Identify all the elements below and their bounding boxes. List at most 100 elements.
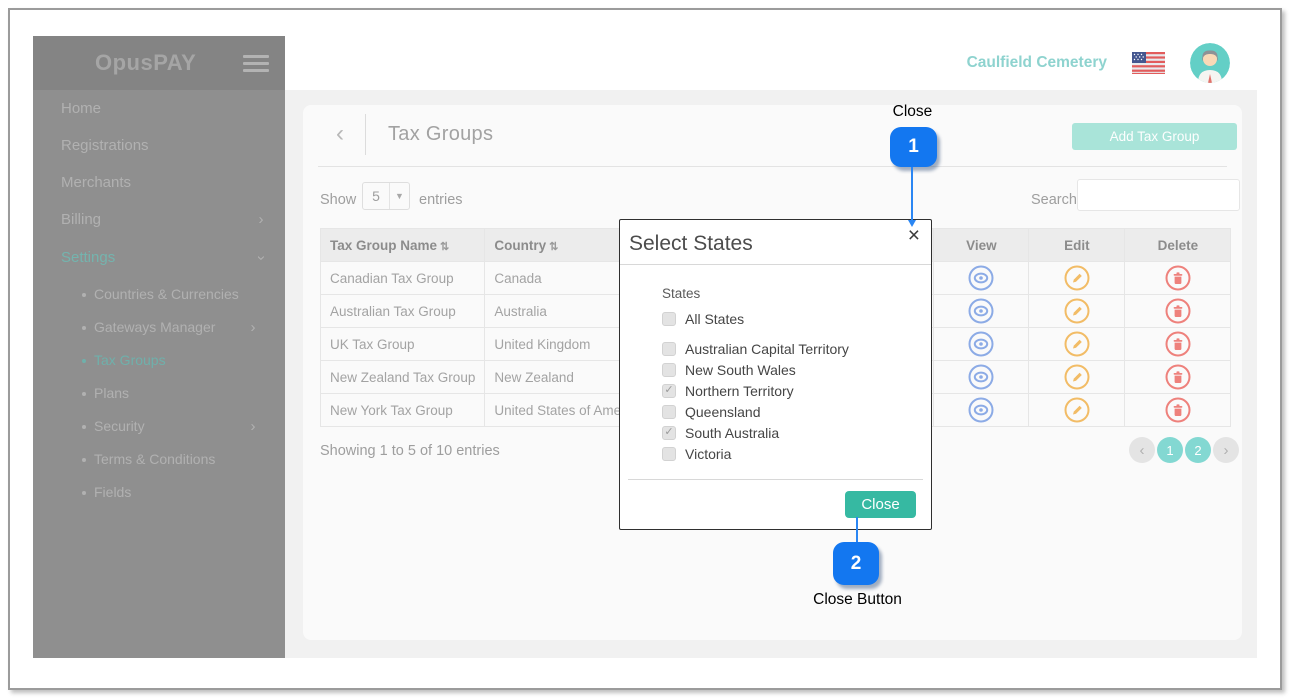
column-label: Country xyxy=(494,238,546,253)
sidebar-item-plans[interactable]: Plans xyxy=(33,377,285,410)
page-size-value: 5 xyxy=(363,183,389,209)
delete-icon[interactable] xyxy=(1165,331,1191,357)
state-option-sa[interactable]: South Australia xyxy=(662,422,919,443)
user-avatar[interactable] xyxy=(1190,43,1230,83)
edit-icon[interactable] xyxy=(1064,397,1090,423)
show-label: Show xyxy=(320,192,356,208)
annotation-step-2-badge: 2 xyxy=(833,542,879,585)
modal-divider xyxy=(628,479,923,480)
checkbox-icon[interactable] xyxy=(662,426,676,440)
caret-down-icon xyxy=(389,183,409,209)
sidebar-item-label: Gateways Manager xyxy=(94,319,215,335)
column-header-delete: Delete xyxy=(1125,229,1231,262)
page-1-button[interactable]: 1 xyxy=(1157,437,1183,463)
close-icon[interactable]: × xyxy=(908,225,920,246)
sidebar-item-merchants[interactable]: Merchants xyxy=(33,164,285,201)
annotation-connector-line xyxy=(856,517,858,542)
chevron-right-icon: › xyxy=(247,421,259,433)
sidebar-item-label: Settings xyxy=(61,249,115,266)
state-option-vic[interactable]: Victoria xyxy=(662,443,919,464)
state-option-qld[interactable]: Queensland xyxy=(662,401,919,422)
delete-icon[interactable] xyxy=(1165,265,1191,291)
bullet-icon xyxy=(82,425,86,429)
modal-close-button[interactable]: Close xyxy=(845,491,916,518)
brand-logo: OpusPAY xyxy=(95,50,196,76)
state-option-label: Australian Capital Territory xyxy=(685,341,849,357)
hamburger-menu-icon[interactable] xyxy=(243,55,269,72)
cell-tax-group-name: UK Tax Group xyxy=(321,328,485,361)
sort-icon xyxy=(440,241,449,253)
sidebar-nav: Home Registrations Merchants Billing › S… xyxy=(33,90,285,509)
checkbox-icon[interactable] xyxy=(662,363,676,377)
topbar: Caulfield Cemetery xyxy=(285,36,1257,90)
column-header-tax-group-name[interactable]: Tax Group Name xyxy=(321,229,485,262)
state-option-act[interactable]: Australian Capital Territory xyxy=(662,338,919,359)
annotation-arrowhead-icon xyxy=(908,220,916,227)
annotation-step-1-badge: 1 xyxy=(890,127,937,167)
view-icon[interactable] xyxy=(968,397,994,423)
checkbox-icon[interactable] xyxy=(662,447,676,461)
edit-icon[interactable] xyxy=(1064,331,1090,357)
state-option-label: New South Wales xyxy=(685,362,796,378)
sidebar-header: OpusPAY xyxy=(33,36,285,90)
chevron-down-icon: › xyxy=(255,252,267,264)
state-option-label: All States xyxy=(685,311,744,327)
search-input[interactable] xyxy=(1077,179,1240,211)
states-group-label: States xyxy=(662,286,919,301)
chevron-right-icon: › xyxy=(247,322,259,334)
checkbox-icon[interactable] xyxy=(662,342,676,356)
state-option-nt[interactable]: Northern Territory xyxy=(662,380,919,401)
delete-icon[interactable] xyxy=(1165,364,1191,390)
annotation-connector-line xyxy=(911,167,913,221)
page-size-select[interactable]: 5 xyxy=(362,182,410,210)
sidebar-item-tax-groups[interactable]: Tax Groups xyxy=(33,344,285,377)
edit-icon[interactable] xyxy=(1064,265,1090,291)
sidebar-item-label: Tax Groups xyxy=(94,352,166,368)
sidebar-item-home[interactable]: Home xyxy=(33,90,285,127)
state-option-all-states[interactable]: All States xyxy=(662,308,919,329)
view-icon[interactable] xyxy=(968,298,994,324)
delete-icon[interactable] xyxy=(1165,298,1191,324)
checkbox-icon[interactable] xyxy=(662,405,676,419)
checkbox-icon[interactable] xyxy=(662,384,676,398)
edit-icon[interactable] xyxy=(1064,364,1090,390)
edit-icon[interactable] xyxy=(1064,298,1090,324)
bullet-icon xyxy=(82,359,86,363)
view-icon[interactable] xyxy=(968,265,994,291)
cell-tax-group-name: Australian Tax Group xyxy=(321,295,485,328)
view-icon[interactable] xyxy=(968,364,994,390)
back-arrow-icon[interactable]: ‹ xyxy=(336,120,344,148)
sidebar-item-registrations[interactable]: Registrations xyxy=(33,127,285,164)
checkbox-icon[interactable] xyxy=(662,312,676,326)
page-2-button[interactable]: 2 xyxy=(1185,437,1211,463)
sidebar-item-label: Security xyxy=(94,418,145,434)
column-header-edit: Edit xyxy=(1029,229,1125,262)
state-option-nsw[interactable]: New South Wales xyxy=(662,359,919,380)
sidebar-item-countries-currencies[interactable]: Countries & Currencies xyxy=(33,278,285,311)
view-icon[interactable] xyxy=(968,331,994,357)
account-name-link[interactable]: Caulfield Cemetery xyxy=(967,54,1107,72)
delete-icon[interactable] xyxy=(1165,397,1191,423)
prev-page-button[interactable]: ‹ xyxy=(1129,437,1155,463)
bullet-icon xyxy=(82,326,86,330)
pagination: ‹ 1 2 › xyxy=(1129,437,1239,463)
state-option-label: Queensland xyxy=(685,404,761,420)
bullet-icon xyxy=(82,293,86,297)
sidebar-item-gateways-manager[interactable]: Gateways Manager › xyxy=(33,311,285,344)
column-label: Tax Group Name xyxy=(330,238,437,253)
page-title: Tax Groups xyxy=(388,123,493,146)
modal-body: States All States Australian Capital Ter… xyxy=(662,286,919,464)
us-flag-icon[interactable] xyxy=(1132,52,1165,74)
modal-title: Select States xyxy=(629,232,753,256)
sidebar: OpusPAY Home Registrations Merchants Bil… xyxy=(33,36,285,658)
sidebar-item-security[interactable]: Security › xyxy=(33,410,285,443)
entries-summary: Showing 1 to 5 of 10 entries xyxy=(320,443,500,459)
sidebar-item-billing[interactable]: Billing › xyxy=(33,201,285,238)
sidebar-item-settings[interactable]: Settings › xyxy=(33,238,285,278)
add-tax-group-button[interactable]: Add Tax Group xyxy=(1072,123,1237,150)
state-option-label: Victoria xyxy=(685,446,731,462)
next-page-button[interactable]: › xyxy=(1213,437,1239,463)
sidebar-item-fields[interactable]: Fields xyxy=(33,476,285,509)
sidebar-item-terms-conditions[interactable]: Terms & Conditions xyxy=(33,443,285,476)
sort-icon xyxy=(549,241,558,253)
